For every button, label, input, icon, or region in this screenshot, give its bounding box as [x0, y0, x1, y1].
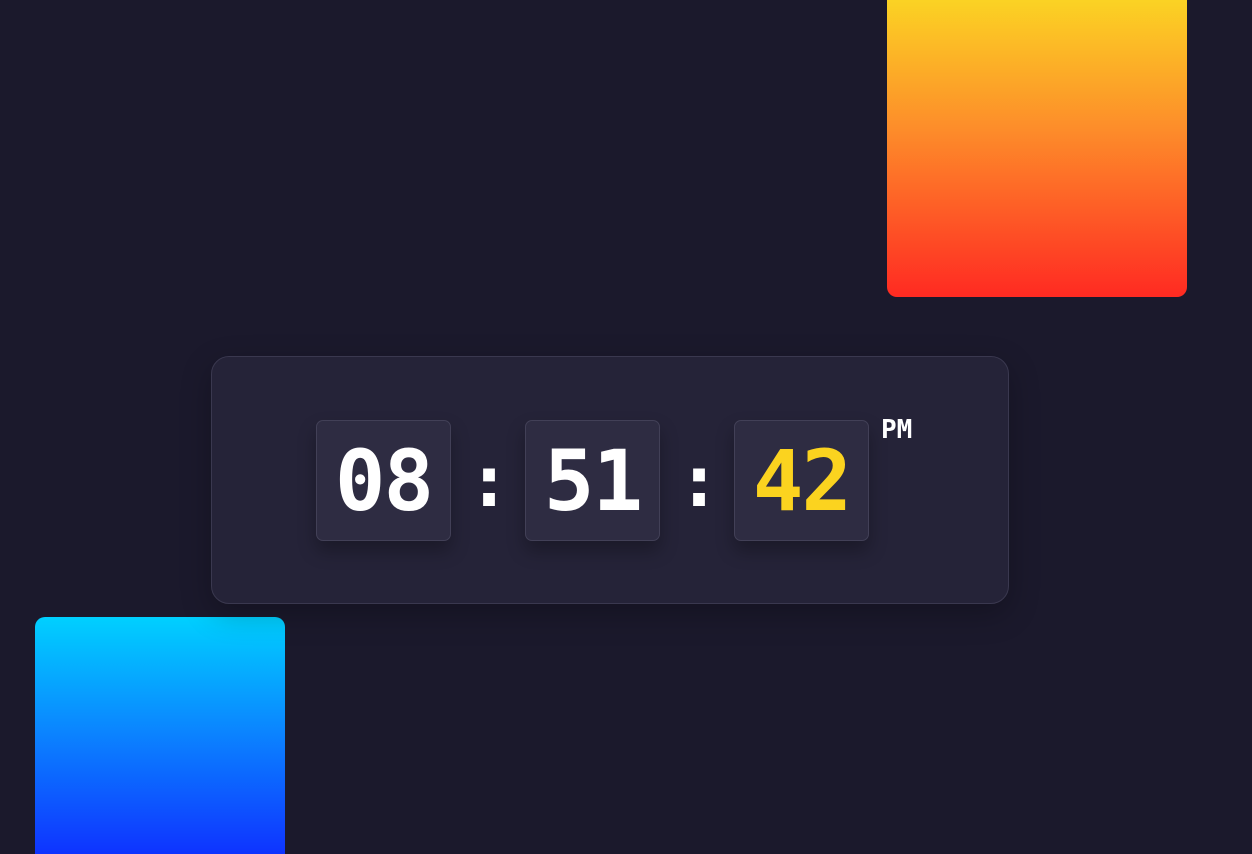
am-pm-indicator: PM [881, 415, 913, 445]
clock-panel: 08 : 51 : 42 PM [211, 356, 1009, 604]
minutes-seconds-separator: : [677, 438, 721, 523]
hours-display: 08 [316, 420, 451, 541]
seconds-display: 42 [734, 420, 869, 541]
seconds-value: 42 [752, 431, 852, 530]
decorative-cool-gradient-block [35, 617, 285, 854]
hours-minutes-separator: : [467, 438, 511, 523]
page: 08 : 51 : 42 PM [0, 0, 1252, 854]
minutes-value: 51 [543, 431, 643, 530]
hours-value: 08 [334, 431, 434, 530]
minutes-display: 51 [525, 420, 660, 541]
decorative-warm-gradient-block [887, 0, 1187, 297]
